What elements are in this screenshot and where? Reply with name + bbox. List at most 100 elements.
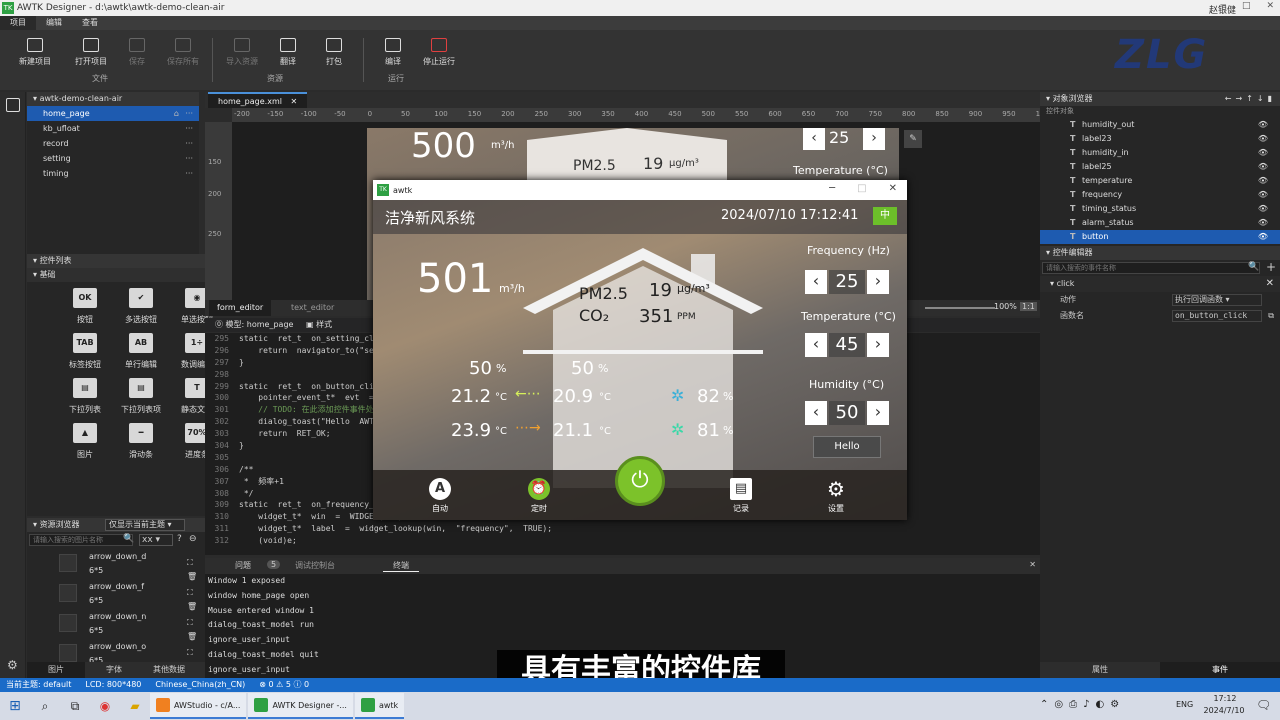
tree-item-record[interactable]: record ··· xyxy=(27,136,199,151)
object-item[interactable]: Tlabel25 👁 xyxy=(1040,160,1280,174)
tab-home-page-xml[interactable]: home_page.xml ✕ xyxy=(208,92,308,108)
tab-other-data[interactable]: 其他数据 xyxy=(143,662,195,678)
object-item[interactable]: Talarm_status 👁 xyxy=(1040,216,1280,230)
start-icon[interactable]: ⊞ xyxy=(0,698,30,714)
clock-time[interactable]: 17:12 xyxy=(1208,694,1242,703)
humidity-dec-button[interactable]: ‹ xyxy=(805,401,827,425)
compile-button[interactable]: 编译 xyxy=(370,38,416,67)
hello-button[interactable]: Hello xyxy=(813,436,881,458)
status-language[interactable]: Chinese_China(zh_CN) xyxy=(155,678,245,692)
tab-problems[interactable]: 问题 xyxy=(235,560,251,571)
widget-item[interactable]: TAB 标签按钮 xyxy=(57,333,113,370)
tab-terminal[interactable]: 终端 xyxy=(383,560,419,572)
nav-settings-button[interactable]: ⚙ 设置 xyxy=(825,478,847,514)
tab-properties[interactable]: 属性 xyxy=(1040,662,1160,678)
visibility-eye-icon[interactable]: 👁 xyxy=(1258,230,1268,244)
taskbar-awstudio[interactable]: AWStudio - c/A... xyxy=(150,693,247,719)
tray-icons[interactable]: ⌃◎⎙♪◐⚙ xyxy=(1040,699,1125,710)
zoom-slider[interactable] xyxy=(925,307,995,309)
tree-item-kb-ufloat[interactable]: kb_ufloat ··· xyxy=(27,121,199,136)
widget-item[interactable]: OK 按钮 xyxy=(57,288,113,325)
add-icon[interactable]: ⊖ xyxy=(189,534,197,544)
notification-icon[interactable]: 🗨 xyxy=(1256,698,1271,712)
add-event-icon[interactable]: + xyxy=(1266,260,1276,274)
object-item[interactable]: Thumidity_out 👁 xyxy=(1040,118,1280,132)
package-button[interactable]: 打包 xyxy=(311,38,357,67)
tab-form-editor[interactable]: form_editor xyxy=(209,300,272,316)
widget-item[interactable]: ▤ 下拉列表 xyxy=(57,378,113,415)
status-lcd[interactable]: LCD: 800*480 xyxy=(85,678,141,692)
visibility-eye-icon[interactable]: 👁 xyxy=(1258,132,1268,146)
widget-group-basic[interactable]: ▾ 基础 xyxy=(27,268,205,282)
tab-events[interactable]: 事件 xyxy=(1160,662,1280,678)
taskbar-awtk[interactable]: awtk xyxy=(354,693,405,719)
maximize-icon[interactable]: □ xyxy=(1242,1,1251,11)
nav-timer-button[interactable]: ⏰ 定时 xyxy=(528,478,550,514)
chrome-icon[interactable]: ◉ xyxy=(90,699,120,713)
object-item[interactable]: Ttiming_status 👁 xyxy=(1040,202,1280,216)
close-icon[interactable]: ✕ xyxy=(1266,1,1274,11)
resource-search-input[interactable]: 请输入搜索的图片名称 xyxy=(29,534,133,546)
minimize-icon[interactable]: ─ xyxy=(1221,1,1226,11)
search-icon[interactable]: 🔍 xyxy=(1248,262,1259,272)
project-explorer-icon[interactable] xyxy=(6,98,20,112)
tab-fonts[interactable]: 字体 xyxy=(85,662,143,678)
visibility-eye-icon[interactable]: 👁 xyxy=(1258,188,1268,202)
more-icon[interactable]: ··· xyxy=(185,106,193,121)
more-icon[interactable]: ··· xyxy=(185,151,193,166)
widget-item[interactable]: ━ 滑动条 xyxy=(113,423,169,460)
object-item[interactable]: Tlabel23 👁 xyxy=(1040,132,1280,146)
fit-icon[interactable]: 1:1 xyxy=(1020,302,1037,311)
menu-view[interactable]: 查看 xyxy=(72,16,108,30)
home-icon[interactable]: ⌂ xyxy=(174,106,179,121)
open-project-button[interactable]: 打开项目 xyxy=(68,38,114,67)
visibility-eye-icon[interactable]: 👁 xyxy=(1258,118,1268,132)
widget-item[interactable]: AB 单行编辑 xyxy=(113,333,169,370)
scale-select[interactable]: xx ▾ xyxy=(139,534,173,546)
object-item[interactable]: Ttemperature 👁 xyxy=(1040,174,1280,188)
goto-code-icon[interactable]: ⧉ xyxy=(1268,308,1274,324)
widget-item[interactable]: ✔ 多选按钮 xyxy=(113,288,169,325)
theme-filter-select[interactable]: 仅显示当前主题 ▾ xyxy=(105,519,185,531)
save-button[interactable]: 保存 xyxy=(114,38,160,67)
more-icon[interactable]: ··· xyxy=(185,166,193,181)
minimize-icon[interactable]: ─ xyxy=(829,183,835,194)
widget-list-header[interactable]: ▾ 控件列表 xyxy=(27,254,205,268)
widget-item[interactable]: ▤ 下拉列表项 xyxy=(113,378,169,415)
taskbar-awtk-designer[interactable]: AWTK Designer -... xyxy=(248,693,353,719)
import-resource-button[interactable]: 导入资源 xyxy=(219,38,265,67)
tree-item-timing[interactable]: timing ··· xyxy=(27,166,199,181)
resource-item[interactable]: arrow_down_f 6*5 ⛶ 🗑 xyxy=(27,578,205,611)
file-explorer-icon[interactable]: ▰ xyxy=(120,699,150,713)
frequency-dec-button[interactable]: ‹ xyxy=(805,270,827,294)
maximize-icon[interactable]: □ xyxy=(857,183,866,194)
visibility-eye-icon[interactable]: 👁 xyxy=(1258,174,1268,188)
save-all-button[interactable]: 保存所有 xyxy=(160,38,206,67)
resource-item[interactable]: arrow_down_d 6*5 ⛶ 🗑 xyxy=(27,548,205,581)
temperature-inc-button[interactable]: › xyxy=(867,333,889,357)
function-name-input[interactable]: on_button_click xyxy=(1172,310,1262,322)
menu-edit[interactable]: 编辑 xyxy=(36,16,72,30)
visibility-eye-icon[interactable]: 👁 xyxy=(1258,202,1268,216)
help-icon[interactable]: ? xyxy=(177,534,182,544)
close-panel-icon[interactable]: ✕ xyxy=(1029,560,1036,569)
edit-icon[interactable]: ✎ xyxy=(904,130,922,148)
temperature-dec-button[interactable]: ‹ xyxy=(805,333,827,357)
remove-event-icon[interactable]: ✕ xyxy=(1266,276,1274,292)
visibility-eye-icon[interactable]: 👁 xyxy=(1258,160,1268,174)
more-icon[interactable]: ··· xyxy=(185,121,193,136)
translate-button[interactable]: 翻译 xyxy=(265,38,311,67)
object-nav-icons[interactable]: ←→↑↓▮ xyxy=(1225,92,1276,106)
tab-images[interactable]: 图片 xyxy=(27,662,85,678)
humidity-inc-button[interactable]: › xyxy=(867,401,889,425)
menu-project[interactable]: 项目 xyxy=(0,16,36,30)
settings-gear-icon[interactable]: ⚙ xyxy=(7,658,18,672)
clock-date[interactable]: 2024/7/10 xyxy=(1200,706,1248,715)
tab-debug-console[interactable]: 调试控制台 xyxy=(295,560,335,571)
nav-record-button[interactable]: ▤ 记录 xyxy=(730,478,752,514)
stop-run-button[interactable]: 停止运行 xyxy=(416,38,462,67)
status-counts[interactable]: ⊗ 0 ⚠ 5 ⓘ 0 xyxy=(259,678,309,692)
status-theme[interactable]: 当前主题: default xyxy=(6,678,71,692)
event-search-input[interactable]: 请输入搜索的事件名称 xyxy=(1042,262,1260,274)
object-item[interactable]: Tbutton 👁 xyxy=(1040,230,1280,244)
